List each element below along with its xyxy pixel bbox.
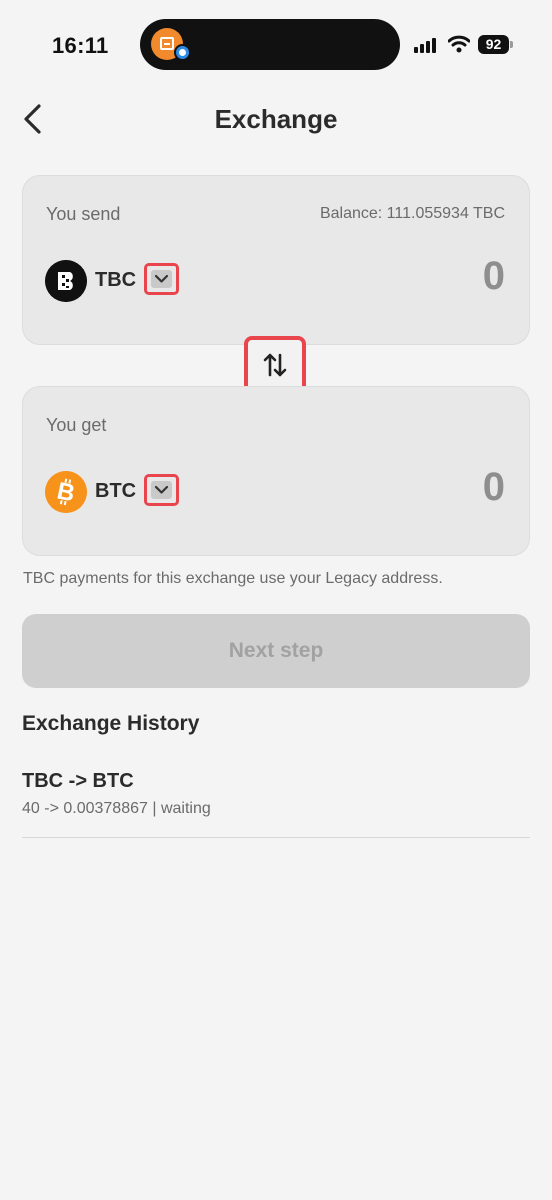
history-heading: Exchange History (22, 712, 200, 735)
legacy-address-notice: TBC payments for this exchange use your … (23, 570, 443, 587)
send-coin-symbol: TBC (95, 269, 137, 291)
battery-tip (510, 41, 513, 48)
send-amount-input[interactable] (385, 254, 505, 299)
get-amount-input[interactable] (385, 465, 505, 510)
battery-icon: 92 (478, 35, 509, 54)
get-label: You get (46, 415, 107, 435)
next-step-button[interactable]: Next step (22, 614, 530, 688)
btc-coin-icon: B (45, 471, 87, 513)
send-coin-dropdown[interactable] (144, 263, 179, 295)
wifi-icon (448, 35, 470, 53)
history-item-pair: TBC -> BTC (22, 770, 134, 792)
balance-text: Balance: 111.055934 TBC (319, 205, 505, 222)
history-item-detail: 40 -> 0.00378867 | waiting (22, 800, 211, 817)
tbc-coin-icon (45, 260, 87, 302)
signal-icon (414, 37, 438, 53)
status-bar: 16:11 92 (0, 0, 552, 92)
get-coin-dropdown[interactable] (144, 474, 179, 506)
chevron-down-icon (154, 274, 169, 283)
get-coin-symbol: BTC (95, 480, 137, 502)
send-label: You send (46, 204, 121, 224)
dynamic-island (140, 19, 400, 70)
swap-arrows-icon (263, 353, 287, 377)
get-card: You get B BTC (22, 386, 530, 556)
chevron-down-icon (154, 485, 169, 494)
status-time: 16:11 (52, 33, 109, 58)
history-item[interactable]: TBC -> BTC 40 -> 0.00378867 | waiting (22, 764, 530, 838)
badge-icon (174, 44, 191, 61)
send-card: You send Balance: 111.055934 TBC TBC (22, 175, 530, 345)
page-title: Exchange (214, 104, 338, 134)
